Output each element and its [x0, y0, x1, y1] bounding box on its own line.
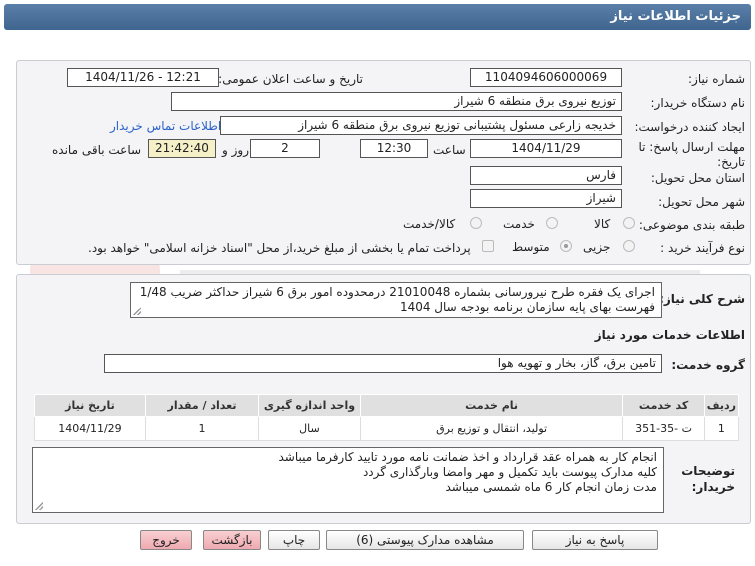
process-minor-label: جزیی: [583, 240, 611, 254]
category-label: طبقه بندی موضوعی:: [638, 218, 745, 232]
table-row: 1 ت -35-351 تولید، انتقال و توزیع برق سا…: [34, 416, 740, 441]
print-button[interactable]: چاپ: [268, 530, 320, 550]
category-goods-label: کالا: [594, 217, 611, 231]
col-name: نام خدمت: [359, 394, 624, 417]
process-medium-label: متوسط: [512, 240, 550, 254]
buyer-org-field: توزیع نیروی برق منطقه 6 شیراز: [171, 92, 622, 111]
deadline-date-field: 1404/11/29: [470, 139, 622, 158]
process-label: نوع فرآیند خرید :: [660, 241, 745, 255]
process-minor-radio[interactable]: [623, 240, 635, 252]
services-section-title: اطلاعات خدمات مورد نیاز: [594, 328, 745, 342]
col-date: تاریخ نیاز: [34, 394, 146, 417]
cell-code: ت -35-351: [622, 416, 705, 441]
deadline-time-field: 12:30: [360, 139, 428, 158]
back-button[interactable]: بازگشت: [203, 530, 261, 550]
days-field: 2: [250, 139, 320, 158]
buyer-contact-link[interactable]: اطلاعات تماس خریدار: [110, 119, 221, 133]
exit-button[interactable]: خروج: [140, 530, 192, 550]
category-service-radio[interactable]: [546, 217, 558, 229]
attachments-button[interactable]: مشاهده مدارک پیوستی (6): [326, 530, 524, 550]
services-table: ردیف کد خدمت نام خدمت واحد اندازه گیری ت…: [34, 394, 740, 441]
buyer-org-label: نام دستگاه خریدار:: [650, 96, 746, 110]
summary-text: اجرای یک فقره طرح نیرورسانی بشماره 21010…: [139, 285, 655, 314]
province-label: استان محل تحویل:: [650, 171, 745, 185]
cell-name: تولید، انتقال و توزیع برق: [359, 416, 624, 441]
deadline-label: مهلت ارسال پاسخ: تا: [638, 140, 745, 154]
treasury-payment-checkbox[interactable]: [482, 240, 494, 252]
requester-label: ایجاد کننده درخواست:: [634, 120, 745, 134]
remaining-label: ساعت باقی مانده: [52, 143, 142, 157]
city-field: شیراز: [470, 189, 622, 208]
resize-grip-icon[interactable]: [35, 502, 43, 510]
remaining-time-field: 21:42:40: [148, 139, 216, 158]
city-label: شهر محل تحویل:: [658, 195, 745, 209]
resize-grip-icon[interactable]: [133, 307, 141, 315]
notes-label: توضیحات: [681, 464, 735, 478]
col-unit: واحد اندازه گیری: [258, 394, 361, 417]
col-code: کد خدمت: [622, 394, 705, 417]
notes-line: مدت زمان انجام کار 6 ماه شمسی میباشد: [445, 480, 658, 494]
process-medium-radio[interactable]: [560, 240, 572, 252]
notes-label-2: خریدار:: [691, 480, 735, 494]
col-quantity: تعداد / مقدار: [144, 394, 260, 417]
summary-field: اجرای یک فقره طرح نیرورسانی بشماره 21010…: [130, 282, 662, 318]
cell-quantity: 1: [144, 416, 260, 441]
time-label: ساعت: [433, 143, 466, 157]
category-both-radio[interactable]: [470, 217, 482, 229]
category-service-label: خدمت: [503, 217, 535, 231]
category-goods-radio[interactable]: [623, 217, 635, 229]
notes-line: کلیه مدارک پیوست باید تکمیل و مهر وامضا …: [362, 465, 657, 479]
page-title: جزئیات اطلاعات نیاز: [610, 9, 741, 24]
info-panel: [16, 60, 751, 265]
cell-unit: سال: [258, 416, 361, 441]
service-group-label: گروه خدمت:: [671, 358, 745, 372]
announce-label: تاریخ و ساعت اعلان عمومی:: [218, 72, 363, 86]
services-table-header: ردیف کد خدمت نام خدمت واحد اندازه گیری ت…: [34, 394, 740, 417]
need-number-label: شماره نیاز:: [688, 72, 745, 86]
category-both-label: کالا/خدمت: [403, 217, 456, 231]
page-header: جزئیات اطلاعات نیاز: [4, 4, 751, 30]
announce-field: 1404/11/26 - 12:21: [67, 68, 219, 87]
summary-label: شرح کلی نیاز:: [659, 292, 745, 306]
need-number-field: 1104094606000069: [470, 68, 622, 87]
reply-button[interactable]: پاسخ به نیاز: [532, 530, 658, 550]
payment-note: پرداخت تمام یا بخشی از مبلغ خرید،از محل …: [88, 241, 471, 255]
cell-date: 1404/11/29: [34, 416, 146, 441]
col-row: ردیف: [703, 394, 740, 417]
cell-row: 1: [703, 416, 740, 441]
province-field: فارس: [470, 166, 622, 185]
requester-field: خدیجه زارعی مسئول پشتیبانی توزیع نیروی ب…: [220, 116, 622, 135]
deadline-label-2: تاریخ:: [717, 155, 745, 169]
service-group-field: تامین برق، گاز، بخار و تهویه هوا: [104, 354, 662, 373]
notes-field: انجام کار به همراه عقد قرارداد و اخذ ضما…: [32, 447, 664, 513]
days-label: روز و: [222, 143, 249, 157]
notes-line: انجام کار به همراه عقد قرارداد و اخذ ضما…: [278, 450, 658, 464]
